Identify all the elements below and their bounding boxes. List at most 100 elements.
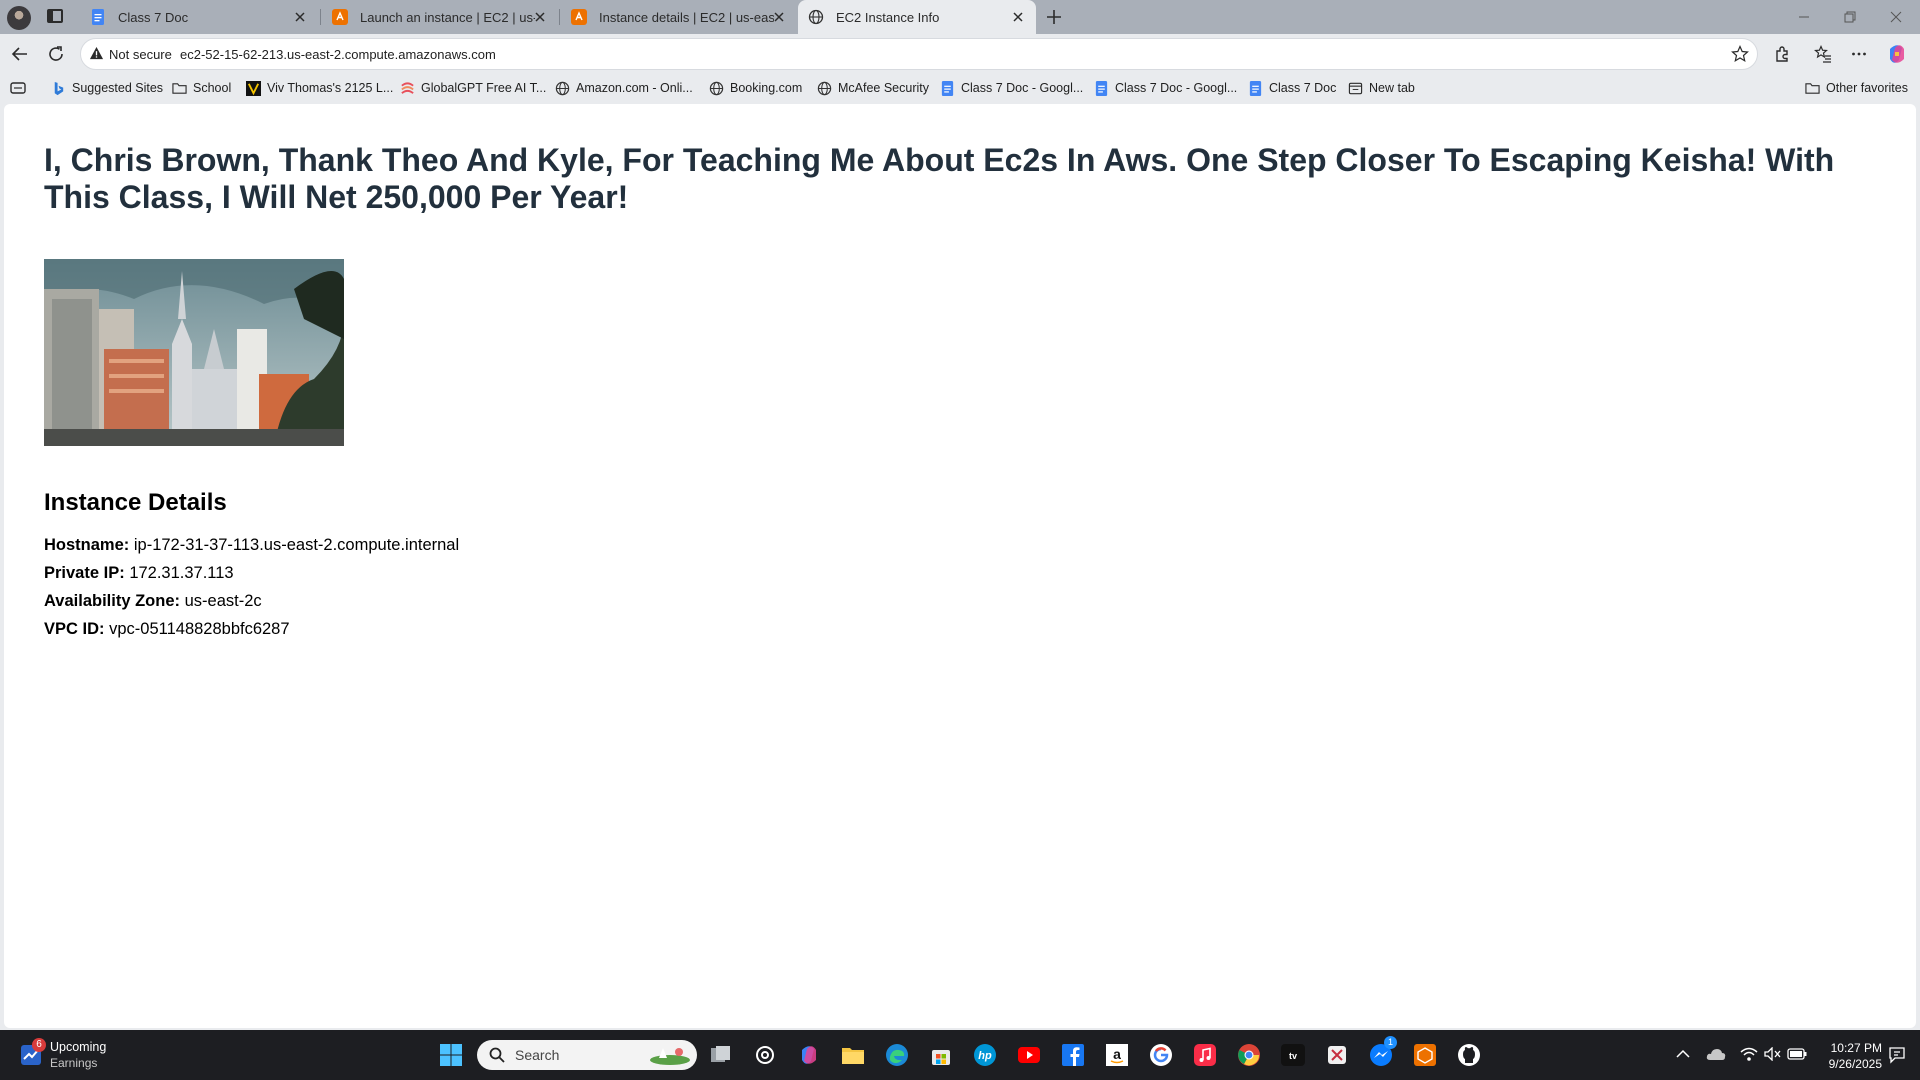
private-ip-row: Private IP: 172.31.37.113 <box>44 564 234 583</box>
facebook-button[interactable] <box>1060 1042 1086 1068</box>
back-button[interactable] <box>6 40 34 68</box>
bookmark-school[interactable]: School <box>172 80 231 96</box>
page-viewport: I, Chris Brown, Thank Theo And Kyle, For… <box>4 104 1916 1028</box>
aws-button[interactable] <box>1412 1042 1438 1068</box>
google-button[interactable] <box>1148 1042 1174 1068</box>
detail-label: Private IP: <box>44 564 125 582</box>
wifi-icon[interactable] <box>1740 1046 1758 1062</box>
apple-tv-button[interactable]: tv <box>1280 1042 1306 1068</box>
clock[interactable]: 10:27 PM 9/26/2025 <box>1812 1041 1882 1071</box>
close-tab-icon[interactable] <box>771 9 787 25</box>
widget-badge: 6 <box>32 1038 46 1052</box>
messenger-button[interactable]: 1 <box>1368 1036 1397 1068</box>
chrome-button[interactable] <box>1236 1042 1262 1068</box>
tab-ec2-instance-info[interactable]: EC2 Instance Info <box>798 0 1036 34</box>
onedrive-icon[interactable] <box>1706 1047 1726 1061</box>
detail-label: Availability Zone: <box>44 592 180 610</box>
hostname-row: Hostname: ip-172-31-37-113.us-east-2.com… <box>44 536 459 555</box>
bookmark-suggested-sites[interactable]: Suggested Sites <box>51 80 163 96</box>
snipping-tool-button[interactable] <box>1324 1042 1350 1068</box>
minimize-icon <box>1799 16 1809 18</box>
notifications-icon[interactable] <box>1888 1046 1906 1064</box>
volume-muted-icon[interactable] <box>1764 1047 1782 1061</box>
tab-divider <box>559 9 560 25</box>
taskbar-search-box[interactable]: Search <box>477 1040 697 1070</box>
close-tab-icon[interactable] <box>532 9 548 25</box>
close-tab-icon[interactable] <box>1010 9 1026 25</box>
globalgpt-icon <box>401 81 414 94</box>
edge-icon <box>886 1044 908 1066</box>
edge-button[interactable] <box>884 1042 910 1068</box>
warning-icon <box>89 46 104 60</box>
bookmark-globalgpt[interactable]: GlobalGPT Free AI T... <box>400 80 546 96</box>
sidebar-toggle-icon[interactable] <box>10 81 26 95</box>
widgets-button[interactable]: 6 Upcoming Earnings <box>18 1038 138 1072</box>
copilot-app-button[interactable] <box>796 1042 822 1068</box>
svg-text:a: a <box>1113 1046 1121 1062</box>
hp-button[interactable]: hp <box>972 1042 998 1068</box>
security-label[interactable]: Not secure <box>109 47 172 62</box>
google-docs-icon <box>941 80 954 96</box>
bookmark-new-tab[interactable]: New tab <box>1348 80 1415 96</box>
instance-details-heading: Instance Details <box>44 489 227 516</box>
apple-music-button[interactable] <box>1192 1042 1218 1068</box>
bookmark-booking[interactable]: Booking.com <box>709 80 802 96</box>
clock-time: 10:27 PM <box>1830 1041 1882 1055</box>
close-window-button[interactable] <box>1873 0 1919 34</box>
youtube-button[interactable] <box>1016 1042 1042 1068</box>
tab-actions-icon[interactable] <box>47 9 63 23</box>
widget-title: Upcoming <box>50 1040 107 1054</box>
bookmark-label: Suggested Sites <box>72 81 164 95</box>
detail-value: ip-172-31-37-113.us-east-2.compute.inter… <box>133 536 460 554</box>
extensions-button[interactable] <box>1769 40 1797 68</box>
amazon-button[interactable]: a <box>1104 1042 1130 1068</box>
google-docs-icon <box>1095 80 1108 96</box>
detail-value: vpc-051148828bbfc6287 <box>109 620 290 638</box>
bing-icon <box>54 81 64 95</box>
hp-icon: hp <box>974 1044 996 1066</box>
bookmark-amazon[interactable]: Amazon.com - Onli... <box>555 80 693 96</box>
back-arrow-icon <box>11 47 27 61</box>
address-bar[interactable]: Not secure ec2-52-15-62-213.us-east-2.co… <box>80 38 1758 70</box>
chatgpt-button[interactable] <box>752 1042 778 1068</box>
tab-class-7-doc[interactable]: Class 7 Doc <box>80 0 318 34</box>
bookmark-class-7-doc-google-2[interactable]: Class 7 Doc - Googl... <box>1094 80 1237 96</box>
profile-avatar[interactable] <box>7 6 31 30</box>
task-view-button[interactable] <box>708 1042 734 1068</box>
bookmark-label: Amazon.com - Onli... <box>576 81 693 95</box>
minimize-button[interactable] <box>1781 0 1827 34</box>
url-text[interactable]: ec2-52-15-62-213.us-east-2.compute.amazo… <box>180 47 496 62</box>
bookmark-viv-thomas[interactable]: Viv Thomas's 2125 L... <box>246 80 393 96</box>
bookmark-class-7-doc-google-1[interactable]: Class 7 Doc - Googl... <box>940 80 1083 96</box>
show-hidden-icons-icon[interactable] <box>1676 1049 1690 1059</box>
microsoft-store-button[interactable] <box>928 1042 954 1068</box>
more-menu-button[interactable] <box>1845 40 1873 68</box>
refresh-icon <box>49 46 63 61</box>
tab-launch-instance[interactable]: Launch an instance | EC2 | us-east-2 <box>322 0 558 34</box>
restore-button[interactable] <box>1827 0 1873 34</box>
favorite-star-icon[interactable] <box>1731 45 1749 63</box>
folder-icon <box>1805 82 1820 94</box>
github-button[interactable] <box>1456 1042 1482 1068</box>
close-tab-icon[interactable] <box>292 9 308 25</box>
aws-icon <box>571 9 587 25</box>
bookmark-label: Class 7 Doc <box>1269 81 1337 95</box>
file-explorer-icon <box>842 1048 864 1064</box>
other-favorites-folder[interactable]: Other favorites <box>1805 80 1908 96</box>
tab-instance-details[interactable]: Instance details | EC2 | us-east-2 <box>561 0 797 34</box>
new-tab-plus-icon[interactable] <box>1045 8 1063 26</box>
file-explorer-button[interactable] <box>840 1042 866 1068</box>
tab-divider <box>320 9 321 25</box>
battery-icon[interactable] <box>1787 1048 1807 1060</box>
favorites-button[interactable] <box>1809 40 1837 68</box>
bookmark-mcafee[interactable]: McAfee Security <box>817 80 929 96</box>
copilot-button[interactable] <box>1883 40 1911 68</box>
tab-title: Instance details | EC2 | us-east-2 <box>599 9 774 25</box>
google-icon <box>1150 1044 1172 1066</box>
bookmark-label: McAfee Security <box>838 81 930 95</box>
refresh-button[interactable] <box>42 40 70 68</box>
start-button[interactable] <box>438 1042 464 1068</box>
youtube-icon <box>1018 1047 1040 1063</box>
bookmark-class-7-doc[interactable]: Class 7 Doc <box>1248 80 1336 96</box>
globe-icon <box>817 81 832 95</box>
